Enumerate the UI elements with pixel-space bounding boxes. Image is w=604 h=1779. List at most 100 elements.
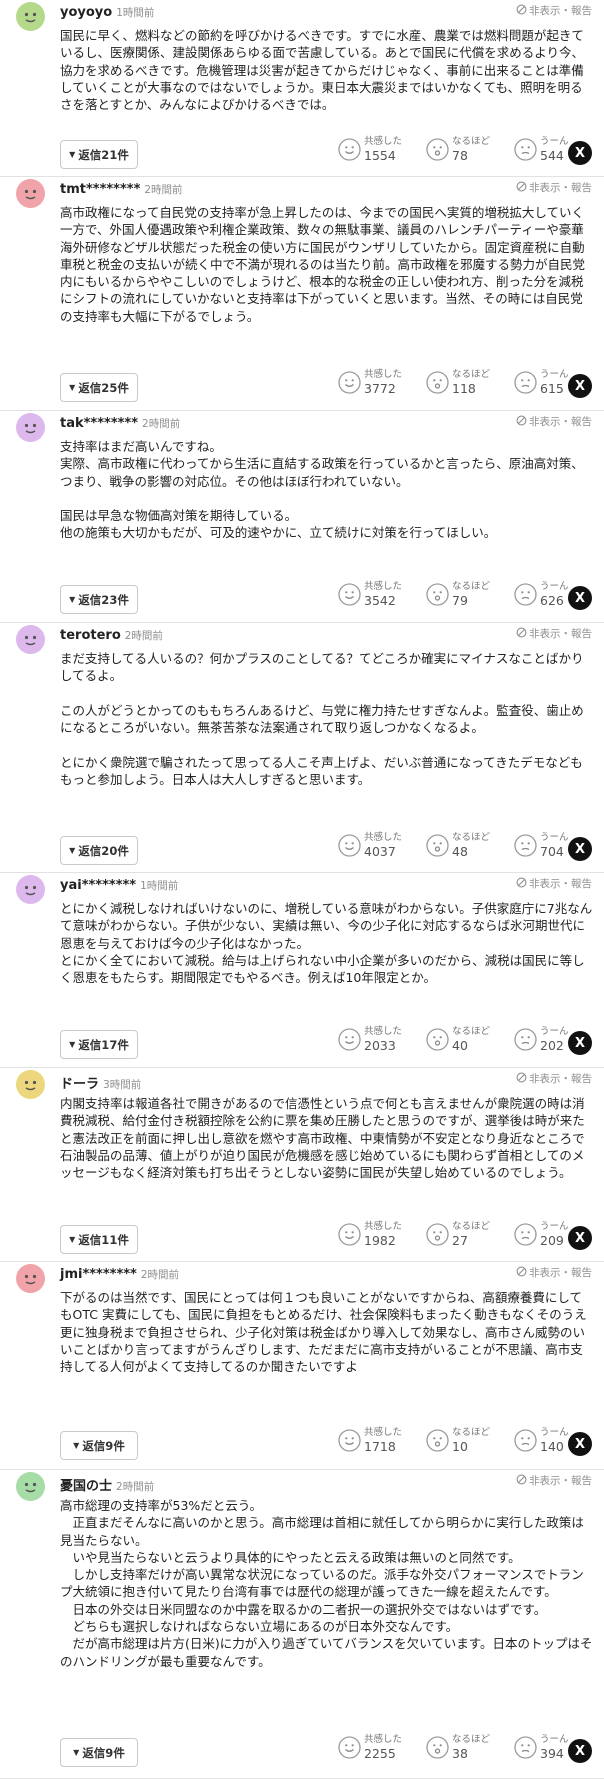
comment-body: 国民に早く、燃料などの節約を呼びかけるべきです。すでに水産、農業では燃料問題が起… — [60, 28, 585, 113]
x-share-button[interactable]: X — [568, 586, 592, 610]
username[interactable]: yoyoyo — [60, 5, 112, 20]
hide-report-link[interactable]: 非表示・報告 — [516, 1071, 592, 1086]
hide-report-link[interactable]: 非表示・報告 — [516, 626, 592, 641]
reply-toggle-button[interactable]: ▼ 返信25件 — [60, 373, 138, 402]
reaction-label: うーん — [540, 369, 569, 380]
reaction-label: 共感した — [364, 1221, 403, 1232]
username[interactable]: yai******** — [60, 878, 136, 893]
x-logo-icon: X — [574, 1436, 586, 1452]
hide-report-link[interactable]: 非表示・報告 — [516, 414, 592, 429]
reply-toggle-button[interactable]: ▼ 返信9件 — [60, 1431, 138, 1460]
x-share-button[interactable]: X — [568, 374, 592, 398]
reaction-indeed-button[interactable]: なるほど 79 — [426, 582, 514, 607]
reaction-bar: 共感した 4037 なるほど 48 うーん 704 — [338, 833, 602, 858]
reaction-label: うーん — [540, 832, 569, 843]
frown-face-icon — [514, 138, 537, 161]
x-logo-icon: X — [574, 1230, 586, 1246]
reply-toggle-button[interactable]: ▼ 返信23件 — [60, 585, 138, 614]
reaction-empathy-button[interactable]: 共感した 1554 — [338, 137, 426, 162]
reaction-empathy-button[interactable]: 共感した 4037 — [338, 833, 426, 858]
reaction-empathy-button[interactable]: 共感した 1982 — [338, 1222, 426, 1247]
username[interactable]: tmt******** — [60, 182, 140, 197]
reaction-count: 40 — [452, 1037, 468, 1053]
reaction-bar: 共感した 2033 なるほど 40 うーん 202 — [338, 1027, 602, 1052]
hide-report-link[interactable]: 非表示・報告 — [516, 180, 592, 195]
reply-count-label: 返信11件 — [78, 1232, 129, 1247]
reaction-bar: 共感した 1554 なるほど 78 うーん 544 — [338, 137, 602, 162]
reply-toggle-button[interactable]: ▼ 返信21件 — [60, 140, 138, 169]
reply-toggle-button[interactable]: ▼ 返信9件 — [60, 1738, 138, 1767]
reaction-label: なるほど — [452, 369, 491, 380]
reaction-count: 48 — [452, 843, 468, 859]
hide-report-link[interactable]: 非表示・報告 — [516, 3, 592, 18]
reaction-label: 共感した — [364, 581, 403, 592]
avatar — [16, 1472, 45, 1501]
reaction-label: 共感した — [364, 1734, 403, 1745]
caret-down-icon: ▼ — [73, 1748, 80, 1757]
comment-item: terotero 2時間前 非表示・報告 まだ支持してる人いるの？何かプラスのこ… — [0, 623, 604, 873]
reply-toggle-button[interactable]: ▼ 返信11件 — [60, 1225, 138, 1254]
comment-body: 支持率はまだ高いんですね。 実際、高市政権に代わってから生活に直結する政策を行っ… — [60, 439, 584, 541]
reply-toggle-button[interactable]: ▼ 返信20件 — [60, 836, 138, 865]
surprised-face-icon — [426, 371, 449, 394]
reaction-empathy-button[interactable]: 共感した 2255 — [338, 1735, 426, 1760]
username[interactable]: terotero — [60, 628, 121, 643]
comment-timestamp: 2時間前 — [142, 418, 181, 430]
x-share-button[interactable]: X — [568, 141, 592, 165]
reaction-empathy-button[interactable]: 共感した 3542 — [338, 582, 426, 607]
caret-down-icon: ▼ — [69, 846, 76, 855]
reaction-indeed-button[interactable]: なるほど 78 — [426, 137, 514, 162]
x-share-button[interactable]: X — [568, 1226, 592, 1250]
reaction-empathy-button[interactable]: 共感した 2033 — [338, 1027, 426, 1052]
hide-report-link[interactable]: 非表示・報告 — [516, 876, 592, 891]
x-share-button[interactable]: X — [568, 1031, 592, 1055]
reaction-indeed-button[interactable]: なるほど 38 — [426, 1735, 514, 1760]
username[interactable]: jmi******** — [60, 1267, 137, 1282]
smile-face-icon — [338, 371, 361, 394]
hide-report-label: 非表示・報告 — [529, 1475, 592, 1487]
avatar — [16, 179, 45, 208]
hide-report-link[interactable]: 非表示・報告 — [516, 1473, 592, 1488]
reaction-indeed-button[interactable]: なるほど 40 — [426, 1027, 514, 1052]
x-share-button[interactable]: X — [568, 837, 592, 861]
caret-down-icon: ▼ — [69, 595, 76, 604]
ban-icon — [516, 877, 529, 891]
reaction-indeed-button[interactable]: なるほど 27 — [426, 1222, 514, 1247]
smile-face-icon — [338, 1736, 361, 1759]
comment-item: tmt******** 2時間前 非表示・報告 高市政権になって自民党の支持率が… — [0, 177, 604, 411]
reaction-indeed-button[interactable]: なるほど 48 — [426, 833, 514, 858]
x-share-button[interactable]: X — [568, 1739, 592, 1763]
comment-timestamp: 2時間前 — [116, 1481, 155, 1493]
reaction-empathy-button[interactable]: 共感した 1718 — [338, 1428, 426, 1453]
reaction-indeed-button[interactable]: なるほど 118 — [426, 370, 514, 395]
comment-list: yoyoyo 1時間前 非表示・報告 国民に早く、燃料などの節約を呼びかけるべき… — [0, 0, 604, 1779]
reaction-label: なるほど — [452, 1427, 491, 1438]
reaction-label: うーん — [540, 1734, 569, 1745]
reaction-label: 共感した — [364, 1026, 403, 1037]
x-logo-icon: X — [574, 145, 586, 161]
username[interactable]: tak******** — [60, 416, 138, 431]
comment-timestamp: 1時間前 — [116, 7, 155, 19]
reaction-label: なるほど — [452, 1734, 491, 1745]
reaction-indeed-button[interactable]: なるほど 10 — [426, 1428, 514, 1453]
reaction-empathy-button[interactable]: 共感した 3772 — [338, 370, 426, 395]
reply-count-label: 返信9件 — [82, 1438, 125, 1453]
frown-face-icon — [514, 1429, 537, 1452]
caret-down-icon: ▼ — [69, 383, 76, 392]
reaction-bar: 共感した 1718 なるほど 10 うーん 140 — [338, 1428, 602, 1453]
reaction-label: なるほど — [452, 1221, 491, 1232]
reaction-label: うーん — [540, 136, 569, 147]
comment-item: 憂国の士 2時間前 非表示・報告 高市総理の支持率が53%だと云う。 正直まだそ… — [0, 1470, 604, 1779]
hide-report-link[interactable]: 非表示・報告 — [516, 1265, 592, 1280]
reply-toggle-button[interactable]: ▼ 返信17件 — [60, 1030, 138, 1059]
frown-face-icon — [514, 371, 537, 394]
reaction-count: 1982 — [364, 1232, 396, 1248]
ban-icon — [516, 627, 529, 641]
reaction-label: 共感した — [364, 369, 403, 380]
x-share-button[interactable]: X — [568, 1432, 592, 1456]
reaction-count: 704 — [540, 843, 564, 859]
username[interactable]: 憂国の士 — [60, 1475, 112, 1494]
username[interactable]: ドーラ — [60, 1073, 99, 1092]
reaction-label: うーん — [540, 1026, 569, 1037]
comment-body: 内閣支持率は報道各社で開きがあるので信憑性という点で何とも言えませんが衆院選の時… — [60, 1096, 585, 1181]
